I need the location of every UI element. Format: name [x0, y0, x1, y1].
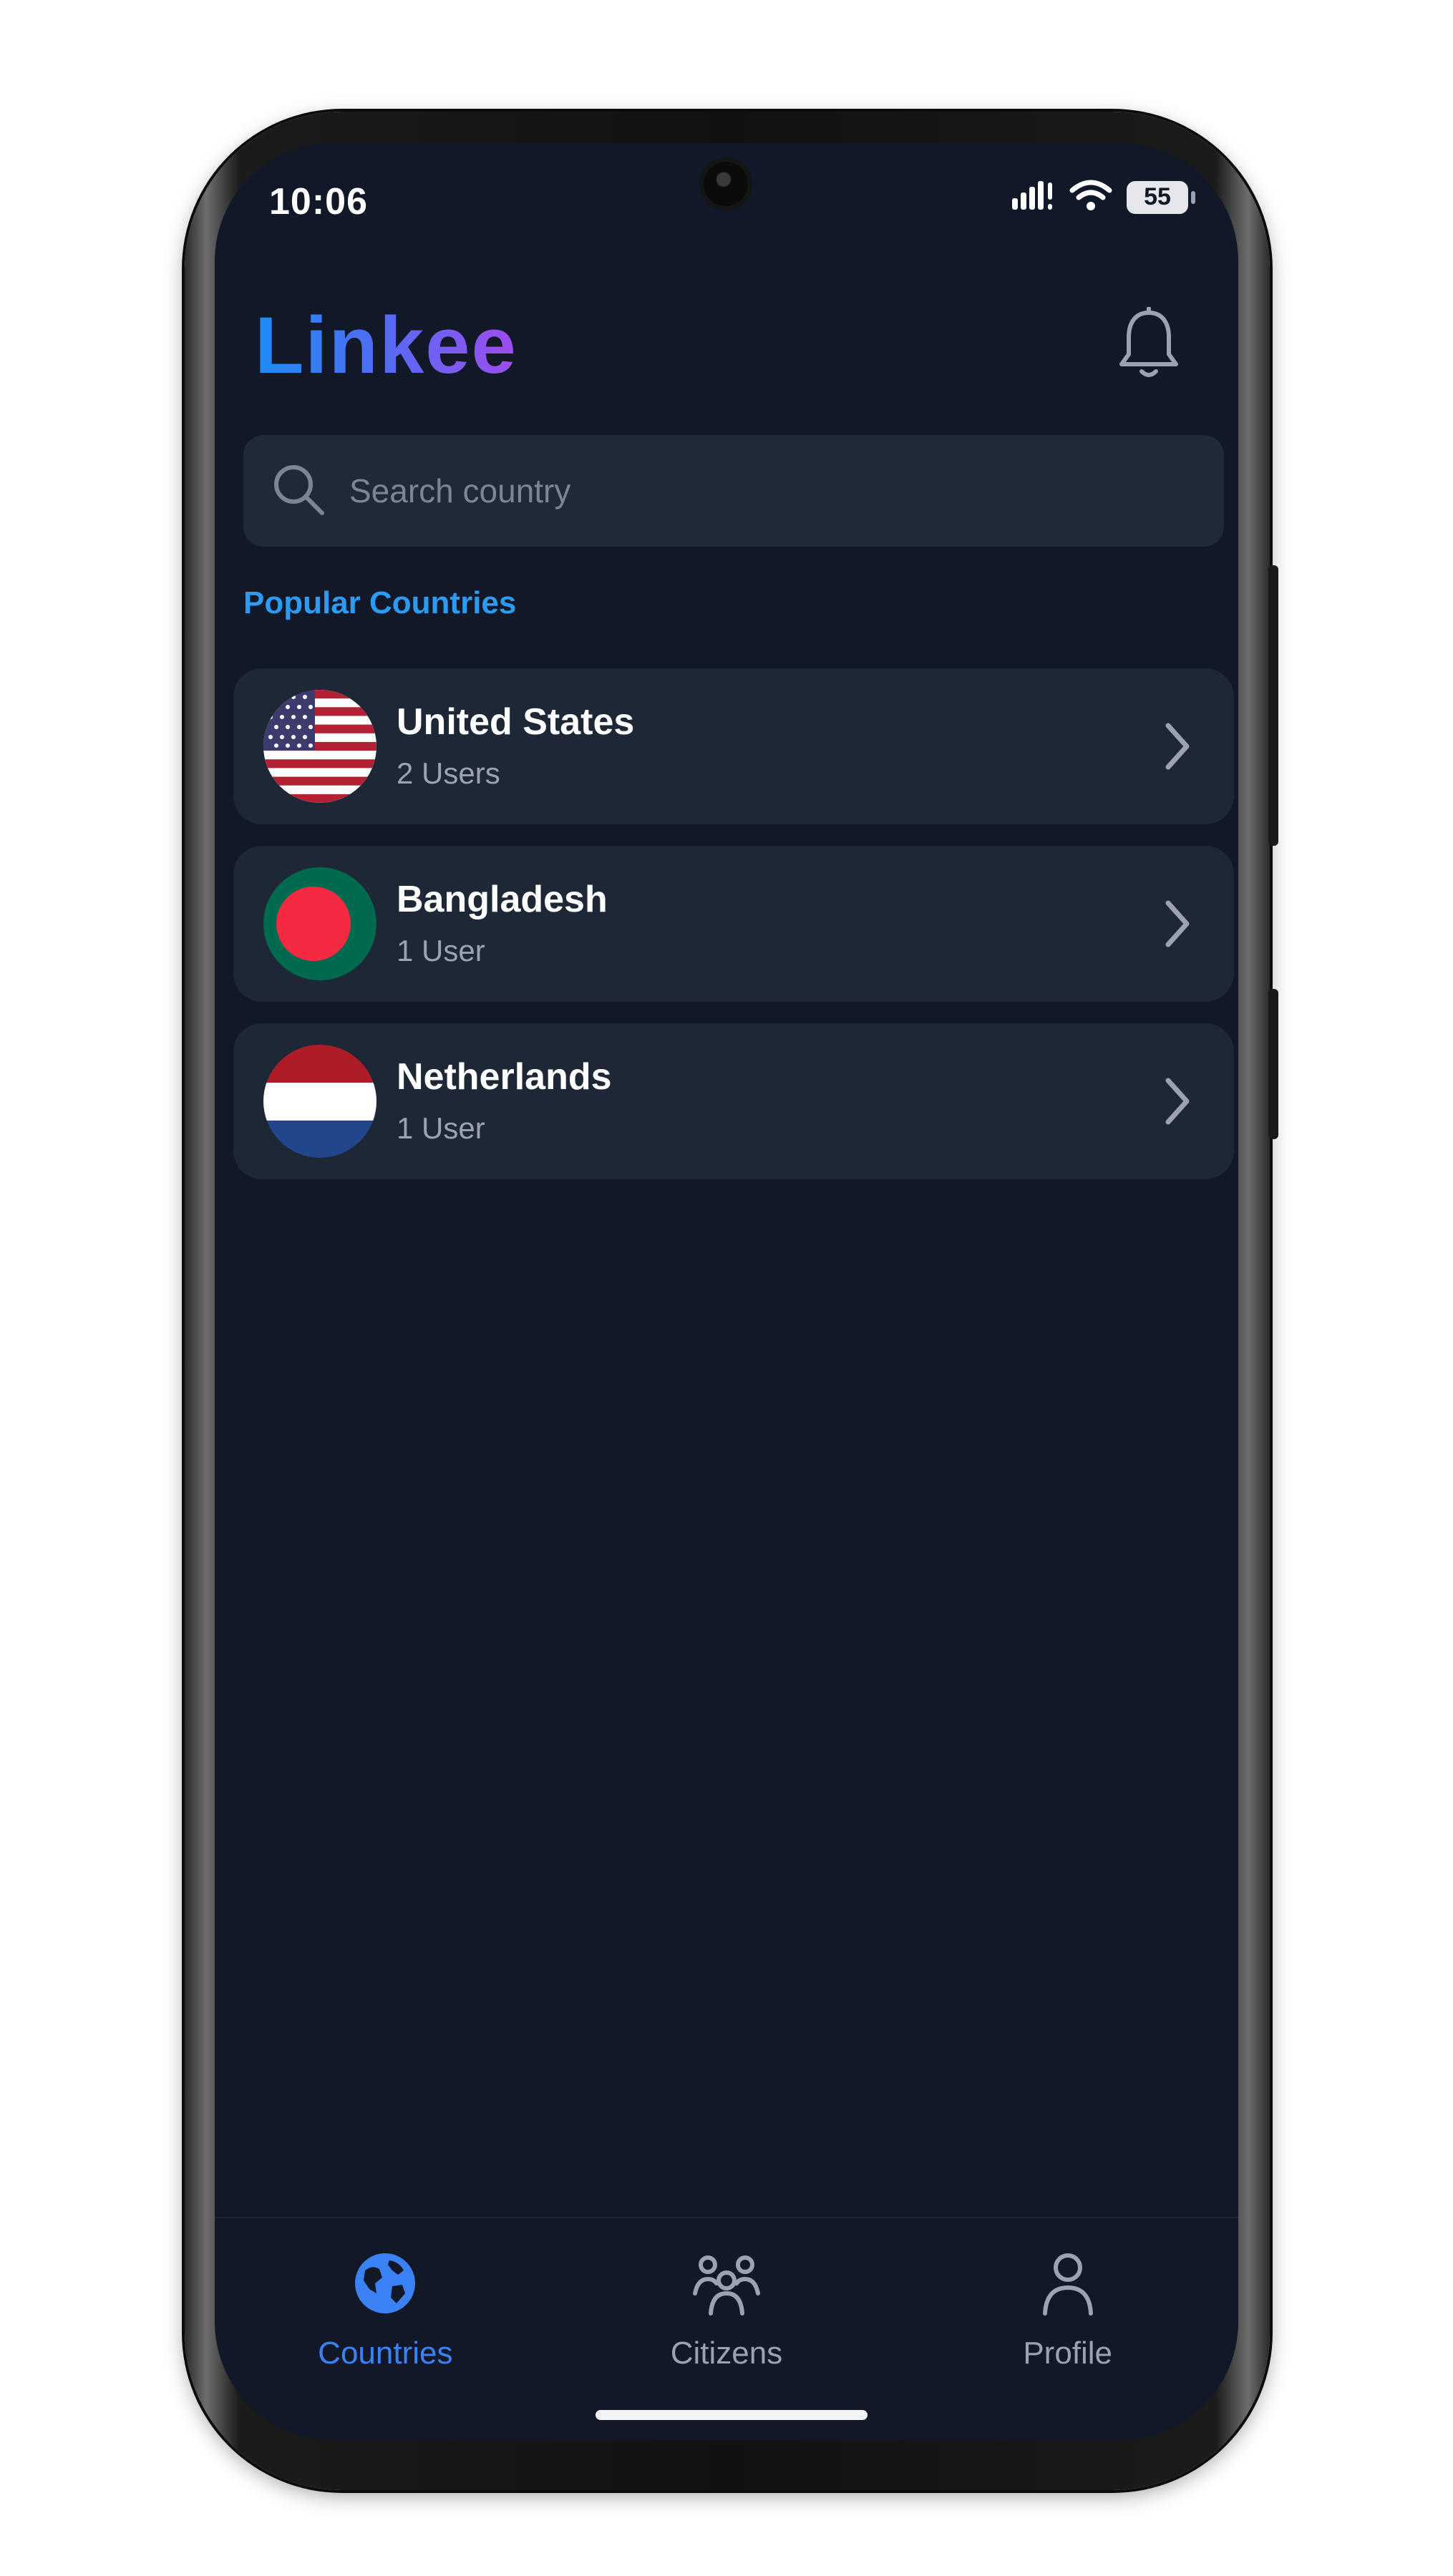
wifi-icon: [1069, 179, 1112, 215]
country-name: United States: [397, 701, 635, 743]
chevron-right-icon: [1155, 1073, 1198, 1130]
person-icon: [1029, 2244, 1107, 2323]
signal-icon: [1011, 180, 1055, 215]
battery-indicator: 55: [1127, 180, 1195, 214]
country-user-count: 2 Users: [397, 756, 500, 790]
nav-tab-countries[interactable]: Countries: [215, 2218, 556, 2440]
status-time: 10:06: [269, 181, 368, 223]
country-row-bangladesh[interactable]: Bangladesh 1 User: [233, 846, 1234, 1002]
bell-icon[interactable]: [1109, 305, 1188, 384]
volume-button: [1268, 565, 1278, 846]
nav-tab-citizens[interactable]: Citizens: [556, 2218, 898, 2440]
country-user-count: 1 User: [397, 1111, 485, 1145]
country-row-united-states[interactable]: United States 2 Users: [233, 668, 1234, 824]
us-flag-icon: [263, 690, 376, 803]
country-name: Netherlands: [397, 1056, 612, 1098]
country-name: Bangladesh: [397, 879, 608, 921]
globe-icon: [346, 2244, 424, 2323]
status-icons: 55: [1011, 179, 1195, 215]
nav-label-profile: Profile: [1023, 2336, 1113, 2371]
home-indicator[interactable]: [596, 2410, 868, 2420]
nav-label-citizens: Citizens: [670, 2336, 783, 2371]
bottom-navigation: Countries Citizens Profile: [215, 2217, 1238, 2440]
power-button: [1268, 989, 1278, 1139]
nav-tab-profile[interactable]: Profile: [897, 2218, 1238, 2440]
nav-label-countries: Countries: [318, 2336, 453, 2371]
people-icon: [687, 2244, 766, 2323]
bd-flag-icon: [263, 867, 376, 980]
section-title: Popular Countries: [243, 585, 517, 620]
chevron-right-icon: [1155, 718, 1198, 775]
country-row-netherlands[interactable]: Netherlands 1 User: [233, 1023, 1234, 1179]
country-user-count: 1 User: [397, 933, 485, 967]
front-camera: [704, 162, 748, 206]
app-screen: 10:06 55 Linkee Search country Popular C…: [215, 143, 1238, 2440]
search-bar[interactable]: [243, 435, 1224, 547]
app-logo: Linkee: [255, 301, 517, 390]
search-icon: [269, 460, 328, 522]
country-list: United States 2 Users Bangladesh 1 User: [233, 668, 1234, 1201]
nl-flag-icon: [263, 1045, 376, 1158]
chevron-right-icon: [1155, 895, 1198, 952]
search-input[interactable]: [349, 472, 1172, 510]
